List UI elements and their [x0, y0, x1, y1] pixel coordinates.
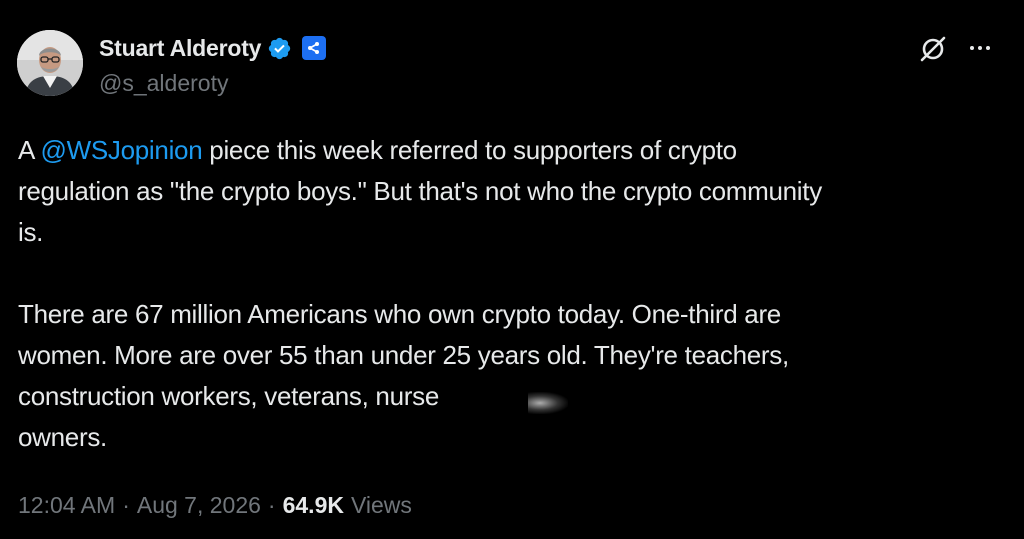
post-text-line: construction workers, veterans, nurse: [18, 381, 439, 411]
post-text-line: is.: [18, 217, 44, 247]
grok-icon[interactable]: [917, 33, 949, 65]
post-text-line: There are 67 million Americans who own c…: [18, 299, 781, 329]
avatar-image: [17, 30, 83, 96]
author-avatar[interactable]: [17, 30, 83, 96]
meta-separator: ·: [122, 492, 130, 518]
author-display-name[interactable]: Stuart Alderoty: [99, 35, 261, 62]
text-occlusion-overlay: [524, 386, 824, 466]
views-label: Views: [350, 492, 412, 518]
post-text-line: regulation as "the crypto boys." But tha…: [18, 176, 822, 206]
post-text-segment: piece this week referred to supporters o…: [202, 135, 737, 165]
verified-badge-icon[interactable]: [267, 36, 292, 61]
post-metadata: 12:04 AM · Aug 7, 2026 · 64.9K Views: [18, 492, 412, 519]
post-text-segment: A: [18, 135, 41, 165]
text-occlusion-edge: [528, 392, 568, 414]
more-dot: [970, 46, 974, 50]
mention-link[interactable]: @WSJopinion: [41, 135, 203, 165]
more-dot: [986, 46, 990, 50]
meta-separator: ·: [267, 492, 276, 518]
post-text: A @WSJopinion piece this week referred t…: [18, 130, 1008, 458]
views-count: 64.9K: [282, 492, 344, 518]
post-text-line: A @WSJopinion piece this week referred t…: [18, 130, 1008, 171]
more-dot: [978, 46, 982, 50]
author-name-row: Stuart Alderoty: [99, 33, 327, 63]
post-container: Stuart Alderoty @s_alderoty A @WSJopinio…: [0, 0, 1024, 539]
post-date[interactable]: Aug 7, 2026: [137, 492, 261, 519]
post-text-line: women. More are over 55 than under 25 ye…: [18, 340, 789, 370]
post-time[interactable]: 12:04 AM: [18, 492, 115, 519]
ripple-logo-icon[interactable]: [302, 36, 327, 60]
more-options-icon[interactable]: [966, 36, 994, 60]
author-handle[interactable]: @s_alderoty: [99, 70, 228, 97]
post-text-line: owners.: [18, 422, 107, 452]
